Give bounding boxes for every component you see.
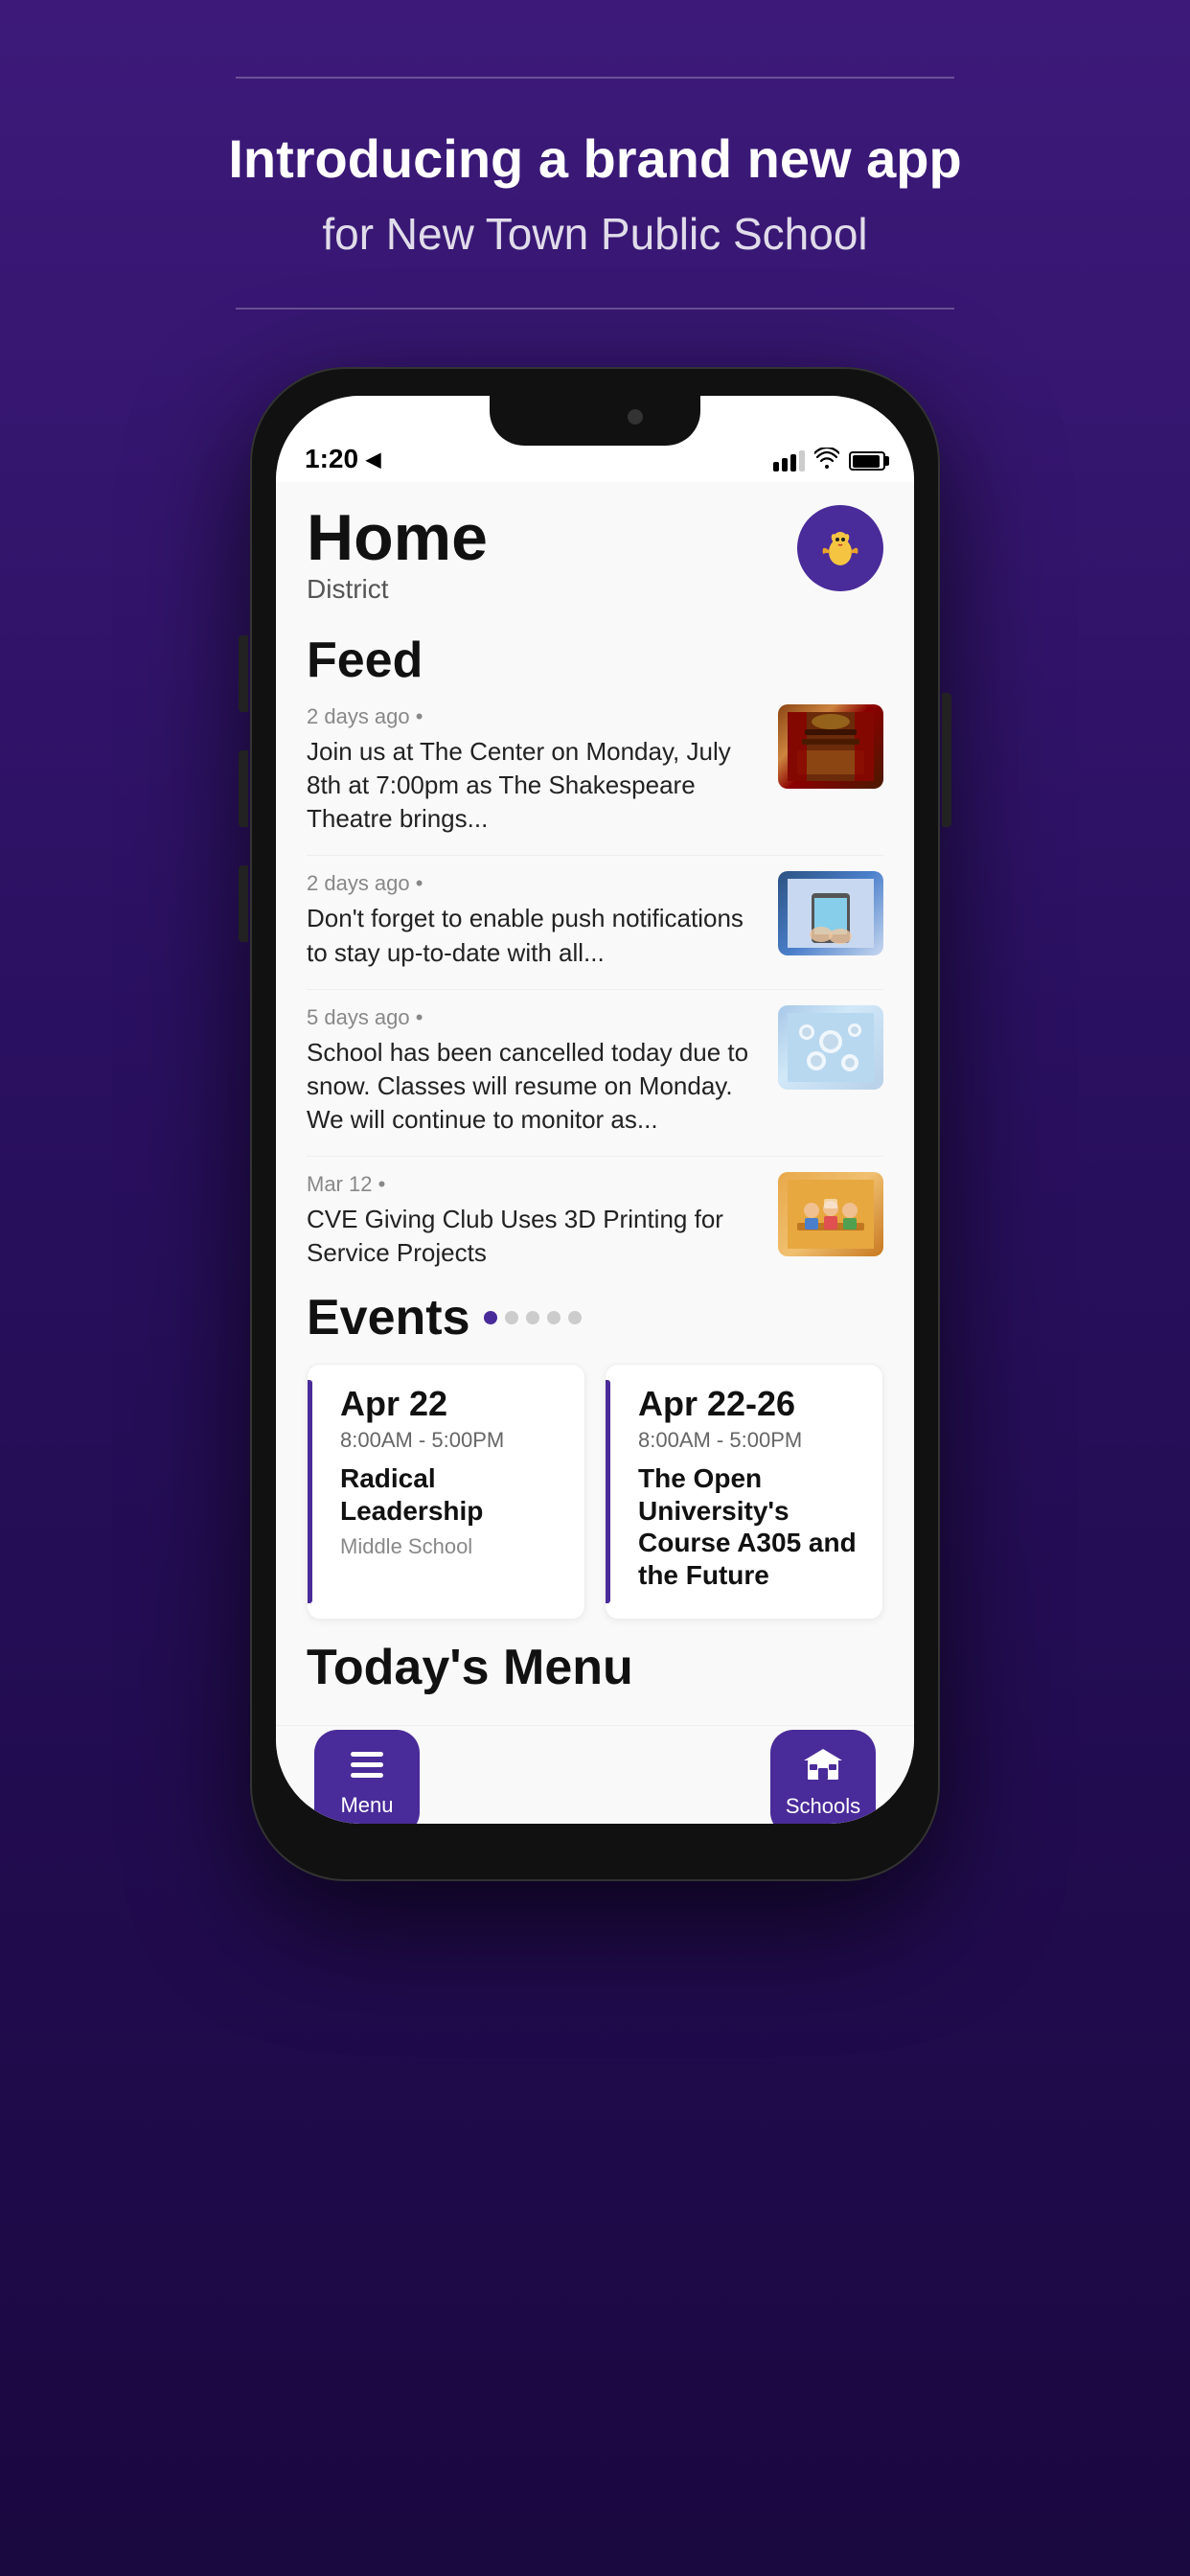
signal-bar-4 xyxy=(799,450,805,472)
feed-item-3[interactable]: 5 days ago • School has been cancelled t… xyxy=(307,1005,883,1137)
feed-divider-1 xyxy=(307,855,883,856)
app-content: Home District xyxy=(276,482,914,1724)
event-time-1: 8:00AM - 5:00PM xyxy=(340,1428,565,1453)
nav-item-schools: Schools xyxy=(770,1730,876,1824)
phone-mockup: 1:20 ◀ xyxy=(250,367,940,1881)
signal-bar-1 xyxy=(773,462,779,472)
signal-bars xyxy=(773,450,805,472)
feed-section: Feed 2 days ago • Join us at The Center … xyxy=(307,632,883,1270)
events-title: Events xyxy=(307,1289,470,1346)
signal-bar-3 xyxy=(790,454,796,472)
events-header: Events xyxy=(307,1289,883,1346)
feed-body-2: Don't forget to enable push notification… xyxy=(307,902,763,969)
feed-image-snow xyxy=(778,1005,883,1090)
schools-nav-icon xyxy=(804,1747,842,1788)
signal-bar-2 xyxy=(782,458,788,472)
menu-nav-icon xyxy=(351,1747,383,1787)
event-date-1: Apr 22 xyxy=(340,1384,565,1424)
3dprint-img xyxy=(788,1180,874,1249)
app-header: Home District xyxy=(307,482,883,624)
feed-meta-4: Mar 12 • xyxy=(307,1172,763,1197)
feed-body-4: CVE Giving Club Uses 3D Printing for Ser… xyxy=(307,1203,763,1270)
battery-icon xyxy=(849,451,885,471)
event-time-2: 8:00AM - 5:00PM xyxy=(638,1428,863,1453)
hands-img xyxy=(788,879,874,948)
dot-5 xyxy=(568,1311,582,1324)
schools-nav-label: Schools xyxy=(786,1794,860,1819)
snow-img xyxy=(788,1013,874,1082)
event-card-1[interactable]: Apr 22 8:00AM - 5:00PM Radical Leadershi… xyxy=(307,1364,585,1619)
menu-section: Today's Menu xyxy=(307,1639,883,1725)
event-content-1: Apr 22 8:00AM - 5:00PM Radical Leadershi… xyxy=(327,1384,565,1559)
feed-text-1: 2 days ago • Join us at The Center on Mo… xyxy=(307,704,763,836)
school-logo[interactable] xyxy=(797,505,883,591)
dot-1 xyxy=(484,1311,497,1324)
events-dots xyxy=(484,1311,582,1324)
wifi-icon xyxy=(814,448,839,474)
event-card-2[interactable]: Apr 22-26 8:00AM - 5:00PM The Open Unive… xyxy=(605,1364,883,1619)
header-text: Home District xyxy=(307,505,488,605)
status-bar: 1:20 ◀ xyxy=(276,396,914,482)
app-title: Home xyxy=(307,505,488,570)
bottom-nav: Menu xyxy=(276,1725,914,1825)
top-divider xyxy=(236,77,954,79)
feed-body-1: Join us at The Center on Monday, July 8t… xyxy=(307,735,763,836)
feed-meta-3: 5 days ago • xyxy=(307,1005,763,1030)
feed-meta-2: 2 days ago • xyxy=(307,871,763,896)
status-icons xyxy=(773,448,885,474)
notch xyxy=(490,396,700,446)
school-building-icon xyxy=(804,1747,842,1780)
feed-item-2[interactable]: 2 days ago • Don't forget to enable push… xyxy=(307,871,883,969)
feed-image-theater xyxy=(778,704,883,789)
feed-divider-3 xyxy=(307,1156,883,1157)
feed-image-hands xyxy=(778,871,883,955)
camera-dot xyxy=(628,409,643,425)
time-display: 1:20 xyxy=(305,444,358,474)
promo-section: Introducing a brand new app for New Town… xyxy=(0,0,1190,367)
nav-item-menu: Menu xyxy=(314,1730,420,1824)
mascot-icon xyxy=(812,519,869,577)
dot-3 xyxy=(526,1311,539,1324)
feed-item-1[interactable]: 2 days ago • Join us at The Center on Mo… xyxy=(307,704,883,836)
feed-body-3: School has been cancelled today due to s… xyxy=(307,1036,763,1137)
feed-text-2: 2 days ago • Don't forget to enable push… xyxy=(307,871,763,969)
theater-img xyxy=(788,712,874,781)
events-section: Events Apr 22 8:00 xyxy=(307,1289,883,1619)
dot-2 xyxy=(505,1311,518,1324)
event-date-2: Apr 22-26 xyxy=(638,1384,863,1424)
menu-nav-label: Menu xyxy=(340,1793,393,1818)
hamburger-icon xyxy=(351,1752,383,1779)
promo-title: Introducing a brand new app xyxy=(228,126,961,191)
school-logo-inner xyxy=(797,505,883,591)
status-time: 1:20 ◀ xyxy=(305,444,380,474)
event-location-1: Middle School xyxy=(340,1534,565,1559)
feed-meta-1: 2 days ago • xyxy=(307,704,763,729)
event-name-1: Radical Leadership xyxy=(340,1462,565,1527)
event-accent-2 xyxy=(606,1380,610,1602)
menu-nav-button[interactable]: Menu xyxy=(314,1730,420,1824)
menu-title: Today's Menu xyxy=(307,1639,883,1696)
event-content-2: Apr 22-26 8:00AM - 5:00PM The Open Unive… xyxy=(625,1384,863,1591)
feed-item-4[interactable]: Mar 12 • CVE Giving Club Uses 3D Printin… xyxy=(307,1172,883,1270)
app-subtitle: District xyxy=(307,574,488,605)
event-name-2: The Open University's Course A305 and th… xyxy=(638,1462,863,1591)
feed-text-3: 5 days ago • School has been cancelled t… xyxy=(307,1005,763,1137)
schools-nav-button[interactable]: Schools xyxy=(770,1730,876,1824)
location-icon: ◀ xyxy=(366,448,380,472)
event-accent-1 xyxy=(308,1380,312,1602)
events-cards: Apr 22 8:00AM - 5:00PM Radical Leadershi… xyxy=(307,1364,883,1619)
promo-subtitle: for New Town Public School xyxy=(322,208,867,260)
dot-4 xyxy=(547,1311,561,1324)
phone-screen: 1:20 ◀ xyxy=(276,396,914,1824)
feed-image-3dprint xyxy=(778,1172,883,1256)
feed-text-4: Mar 12 • CVE Giving Club Uses 3D Printin… xyxy=(307,1172,763,1270)
feed-title: Feed xyxy=(307,632,883,689)
battery-fill xyxy=(853,455,880,468)
bottom-divider xyxy=(236,308,954,310)
feed-divider-2 xyxy=(307,989,883,990)
